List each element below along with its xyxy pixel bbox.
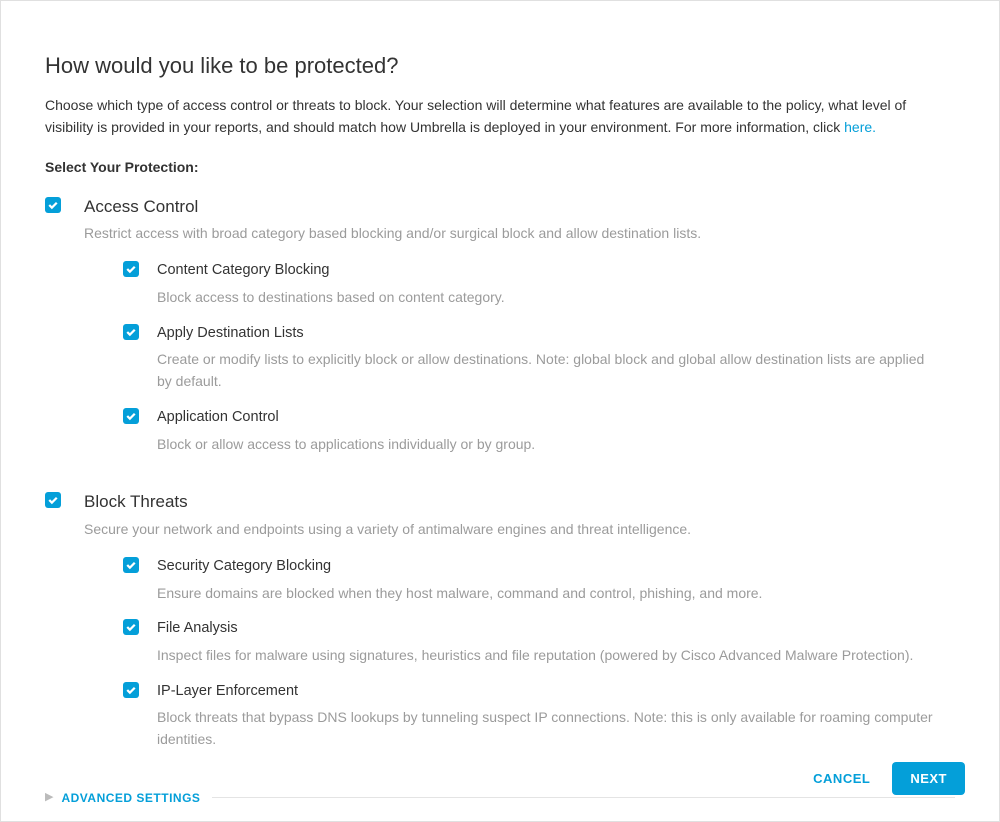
group-title: Block Threats bbox=[84, 489, 955, 515]
next-button[interactable]: NEXT bbox=[892, 762, 965, 795]
group-title: Access Control bbox=[84, 194, 955, 220]
check-icon bbox=[125, 263, 137, 275]
group-desc: Restrict access with broad category base… bbox=[84, 223, 955, 244]
wizard-footer: CANCEL NEXT bbox=[813, 762, 965, 795]
checkbox-content-category-blocking[interactable] bbox=[123, 261, 139, 277]
cancel-button[interactable]: CANCEL bbox=[813, 771, 870, 786]
subitem-title: File Analysis bbox=[157, 618, 935, 640]
check-icon bbox=[125, 684, 137, 696]
divider bbox=[212, 797, 955, 798]
subitem-file-analysis: File Analysis Inspect files for malware … bbox=[84, 618, 955, 666]
checkbox-security-category-blocking[interactable] bbox=[123, 557, 139, 573]
subitem-title: IP-Layer Enforcement bbox=[157, 681, 935, 703]
checkbox-application-control[interactable] bbox=[123, 408, 139, 424]
check-icon bbox=[47, 199, 59, 211]
subitem-title: Content Category Blocking bbox=[157, 260, 935, 282]
intro-paragraph: Choose which type of access control or t… bbox=[45, 94, 955, 139]
subitem-desc: Block access to destinations based on co… bbox=[157, 287, 935, 309]
check-icon bbox=[125, 326, 137, 338]
subitem-desc: Inspect files for malware using signatur… bbox=[157, 645, 935, 667]
group-access-control: Access Control Restrict access with broa… bbox=[45, 194, 955, 476]
subitem-ip-layer-enforcement: IP-Layer Enforcement Block threats that … bbox=[84, 681, 955, 751]
subitem-title: Apply Destination Lists bbox=[157, 323, 935, 345]
subitem-desc: Ensure domains are blocked when they hos… bbox=[157, 583, 935, 605]
page-heading: How would you like to be protected? bbox=[45, 49, 955, 82]
subitem-title: Security Category Blocking bbox=[157, 556, 935, 578]
subitem-content-category-blocking: Content Category Blocking Block access t… bbox=[84, 260, 955, 308]
checkbox-block-threats[interactable] bbox=[45, 492, 61, 508]
group-desc: Secure your network and endpoints using … bbox=[84, 519, 955, 540]
check-icon bbox=[125, 621, 137, 633]
checkbox-access-control[interactable] bbox=[45, 197, 61, 213]
checkbox-file-analysis[interactable] bbox=[123, 619, 139, 635]
subitem-apply-destination-lists: Apply Destination Lists Create or modify… bbox=[84, 323, 955, 393]
group-block-threats: Block Threats Secure your network and en… bbox=[45, 489, 955, 771]
subitem-application-control: Application Control Block or allow acces… bbox=[84, 407, 955, 455]
intro-here-link[interactable]: here. bbox=[844, 119, 876, 135]
select-protection-label: Select Your Protection: bbox=[45, 157, 955, 178]
subitem-desc: Block or allow access to applications in… bbox=[157, 434, 935, 456]
check-icon bbox=[125, 559, 137, 571]
protection-wizard-panel: How would you like to be protected? Choo… bbox=[0, 0, 1000, 822]
subitem-title: Application Control bbox=[157, 407, 935, 429]
check-icon bbox=[125, 410, 137, 422]
checkbox-apply-destination-lists[interactable] bbox=[123, 324, 139, 340]
check-icon bbox=[47, 494, 59, 506]
subitem-security-category-blocking: Security Category Blocking Ensure domain… bbox=[84, 556, 955, 604]
subitem-desc: Create or modify lists to explicitly blo… bbox=[157, 349, 935, 392]
intro-text: Choose which type of access control or t… bbox=[45, 97, 906, 135]
caret-right-icon: ▶ bbox=[45, 792, 53, 803]
subitem-desc: Block threats that bypass DNS lookups by… bbox=[157, 707, 935, 750]
checkbox-ip-layer-enforcement[interactable] bbox=[123, 682, 139, 698]
advanced-settings-toggle[interactable]: ADVANCED SETTINGS bbox=[61, 789, 200, 807]
